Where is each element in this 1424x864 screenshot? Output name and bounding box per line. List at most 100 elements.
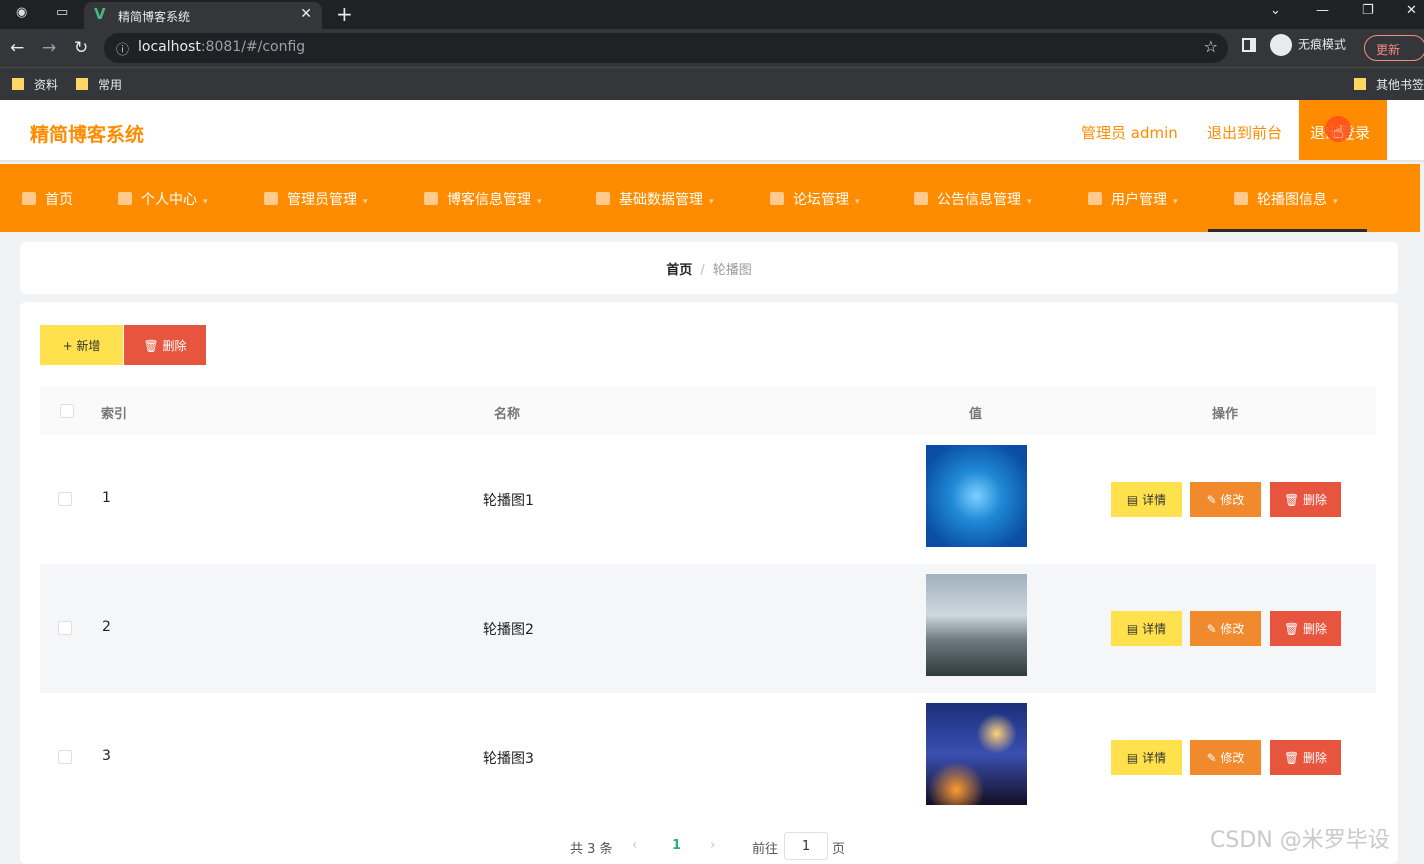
forward-icon[interactable]: → xyxy=(42,38,56,58)
select-all-checkbox[interactable] xyxy=(60,404,74,418)
window-icon xyxy=(596,192,610,205)
side-panel-icon[interactable] xyxy=(1242,38,1256,52)
row-name: 轮播图3 xyxy=(483,751,534,767)
tab-title: 精简博客系统 xyxy=(118,10,191,24)
detail-button[interactable]: ▤ 详情 xyxy=(1111,482,1182,517)
menu-item-notice[interactable]: 公告信息管理 ▾ xyxy=(914,189,1032,209)
menu-item-basedata[interactable]: 基础数据管理 ▾ xyxy=(596,189,714,209)
watermark: CSDN @米罗毕设 xyxy=(1210,828,1390,853)
page-jump-input[interactable] xyxy=(784,832,828,860)
header-ops: 操作 xyxy=(1212,407,1239,422)
incognito-indicator[interactable]: 无痕模式 xyxy=(1270,34,1346,56)
exit-to-front-link[interactable]: 退出到前台 xyxy=(1207,122,1282,143)
row-checkbox[interactable] xyxy=(58,492,72,506)
edit-button[interactable]: ✎ 修改 xyxy=(1190,611,1261,646)
tab-list-icon[interactable]: ▭ xyxy=(56,5,68,20)
vue-logo-icon: V xyxy=(94,5,106,23)
menu-item-carousel[interactable]: 轮播图信息 ▾ xyxy=(1234,189,1338,209)
user-icon xyxy=(118,192,132,205)
pager-total: 共 3 条 xyxy=(570,842,613,857)
row-checkbox[interactable] xyxy=(58,750,72,764)
close-window-button[interactable]: ✕ xyxy=(1406,3,1417,18)
admin-label: 管理员 admin xyxy=(1081,124,1178,142)
row-checkbox[interactable] xyxy=(58,621,72,635)
next-page-icon[interactable]: › xyxy=(710,838,715,853)
reload-icon[interactable]: ↻ xyxy=(74,38,88,58)
prev-page-icon[interactable]: ‹ xyxy=(632,838,637,853)
folder-icon xyxy=(76,78,88,90)
update-button[interactable]: 更新 xyxy=(1364,35,1424,61)
restore-button[interactable]: ❐ xyxy=(1362,3,1374,18)
delete-button[interactable]: 🗑 删除 xyxy=(1270,482,1341,517)
menu-item-users[interactable]: 用户管理 ▾ xyxy=(1088,189,1178,209)
breadcrumb-home[interactable]: 首页 xyxy=(666,263,692,278)
row-index: 3 xyxy=(102,748,111,764)
browser-tab-strip: ◉ ▭ V 精简博客系统 ✕ + ⌄ — ❐ ✕ xyxy=(0,0,1424,29)
app-header: 精简博客系统 管理员 admin 退出到前台 退出登录 ☝ xyxy=(0,100,1424,162)
breadcrumb-separator: / xyxy=(700,263,705,278)
row-name: 轮播图1 xyxy=(483,493,534,509)
table-row: 2 轮播图2 ▤ 详情 ✎ 修改 🗑 删除 xyxy=(40,564,1376,693)
row-name: 轮播图2 xyxy=(483,622,534,638)
delete-button[interactable]: 🗑 删除 xyxy=(1270,611,1341,646)
active-menu-indicator xyxy=(1208,229,1367,232)
list-icon xyxy=(424,192,438,205)
batch-delete-button[interactable]: 🗑 删除 xyxy=(124,325,206,365)
edit-button[interactable]: ✎ 修改 xyxy=(1190,482,1261,517)
trophy-icon xyxy=(1088,192,1102,205)
folder-icon xyxy=(1354,78,1366,90)
menu-item-blog[interactable]: 博客信息管理 ▾ xyxy=(424,189,542,209)
hand-cursor-icon: ☝ xyxy=(1333,122,1344,143)
bookmark-folder-ziliao[interactable]: 资料 xyxy=(12,76,58,93)
row-index: 2 xyxy=(102,619,111,635)
tab-close-icon[interactable]: ✕ xyxy=(300,6,312,22)
site-logo: 精简博客系统 xyxy=(30,124,145,146)
shop-icon xyxy=(914,192,928,205)
menu-item-admin[interactable]: 管理员管理 ▾ xyxy=(264,189,368,209)
carousel-thumbnail xyxy=(926,574,1027,676)
table-row: 1 轮播图1 ▤ 详情 ✎ 修改 🗑 删除 xyxy=(40,435,1376,564)
new-tab-button[interactable]: + xyxy=(336,2,353,26)
edit-button[interactable]: ✎ 修改 xyxy=(1190,740,1261,775)
incognito-icon xyxy=(1270,34,1292,56)
header-index: 索引 xyxy=(101,407,128,422)
delete-button[interactable]: 🗑 删除 xyxy=(1270,740,1341,775)
bar-chart-icon xyxy=(770,192,784,205)
pager-goto-label: 前往 xyxy=(752,842,779,857)
content-panel: + 新增 🗑 删除 索引 名称 值 操作 1 轮播图1 ▤ 详情 ✎ 修改 🗑 … xyxy=(20,302,1398,864)
add-button[interactable]: + 新增 xyxy=(40,325,123,365)
breadcrumb-current: 轮播图 xyxy=(712,263,752,278)
breadcrumb: 首页 / 轮播图 xyxy=(20,242,1398,294)
bookmarks-bar: 资料 常用 其他书签 xyxy=(0,67,1424,100)
carousel-thumbnail xyxy=(926,445,1027,547)
detail-button[interactable]: ▤ 详情 xyxy=(1111,611,1182,646)
logout-button[interactable]: 退出登录 ☝ xyxy=(1299,100,1387,160)
url-text: localhost:8081/#/config xyxy=(138,39,306,55)
chrome-logo-icon: ◉ xyxy=(16,5,28,20)
carousel-thumbnail xyxy=(926,703,1027,805)
tab-search-icon[interactable]: ⌄ xyxy=(1270,3,1281,18)
home-icon xyxy=(22,192,36,205)
table-header: 索引 名称 值 操作 xyxy=(40,387,1376,435)
pager-unit-label: 页 xyxy=(832,842,846,857)
pagination: 共 3 条 ‹ 1 › 前往 页 xyxy=(20,830,1398,860)
minimize-button[interactable]: — xyxy=(1316,3,1329,18)
main-menu: 首页 个人中心 ▾ 管理员管理 ▾ 博客信息管理 ▾ 基础数据管理 ▾ 论坛管理 ▾ 公告… xyxy=(0,164,1420,232)
menu-item-forum[interactable]: 论坛管理 ▾ xyxy=(770,189,860,209)
bookmark-star-icon[interactable]: ☆ xyxy=(1204,37,1218,56)
address-bar[interactable]: ⓘ localhost:8081/#/config ☆ xyxy=(104,33,1228,63)
menu-item-profile[interactable]: 个人中心 ▾ xyxy=(118,189,208,209)
bookmark-folder-other[interactable]: 其他书签 xyxy=(1354,76,1424,93)
page-number[interactable]: 1 xyxy=(672,838,681,853)
header-name: 名称 xyxy=(494,407,521,422)
bookmark-folder-changyong[interactable]: 常用 xyxy=(76,76,122,93)
detail-button[interactable]: ▤ 详情 xyxy=(1111,740,1182,775)
lock-icon xyxy=(1234,192,1248,205)
row-index: 1 xyxy=(102,490,111,506)
site-info-icon[interactable]: ⓘ xyxy=(116,39,129,58)
menu-item-home[interactable]: 首页 xyxy=(22,189,73,209)
folder-icon xyxy=(12,78,24,90)
table-row: 3 轮播图3 ▤ 详情 ✎ 修改 🗑 删除 xyxy=(40,693,1376,822)
browser-tab[interactable]: V 精简博客系统 ✕ xyxy=(84,2,322,29)
back-icon[interactable]: ← xyxy=(10,38,24,58)
